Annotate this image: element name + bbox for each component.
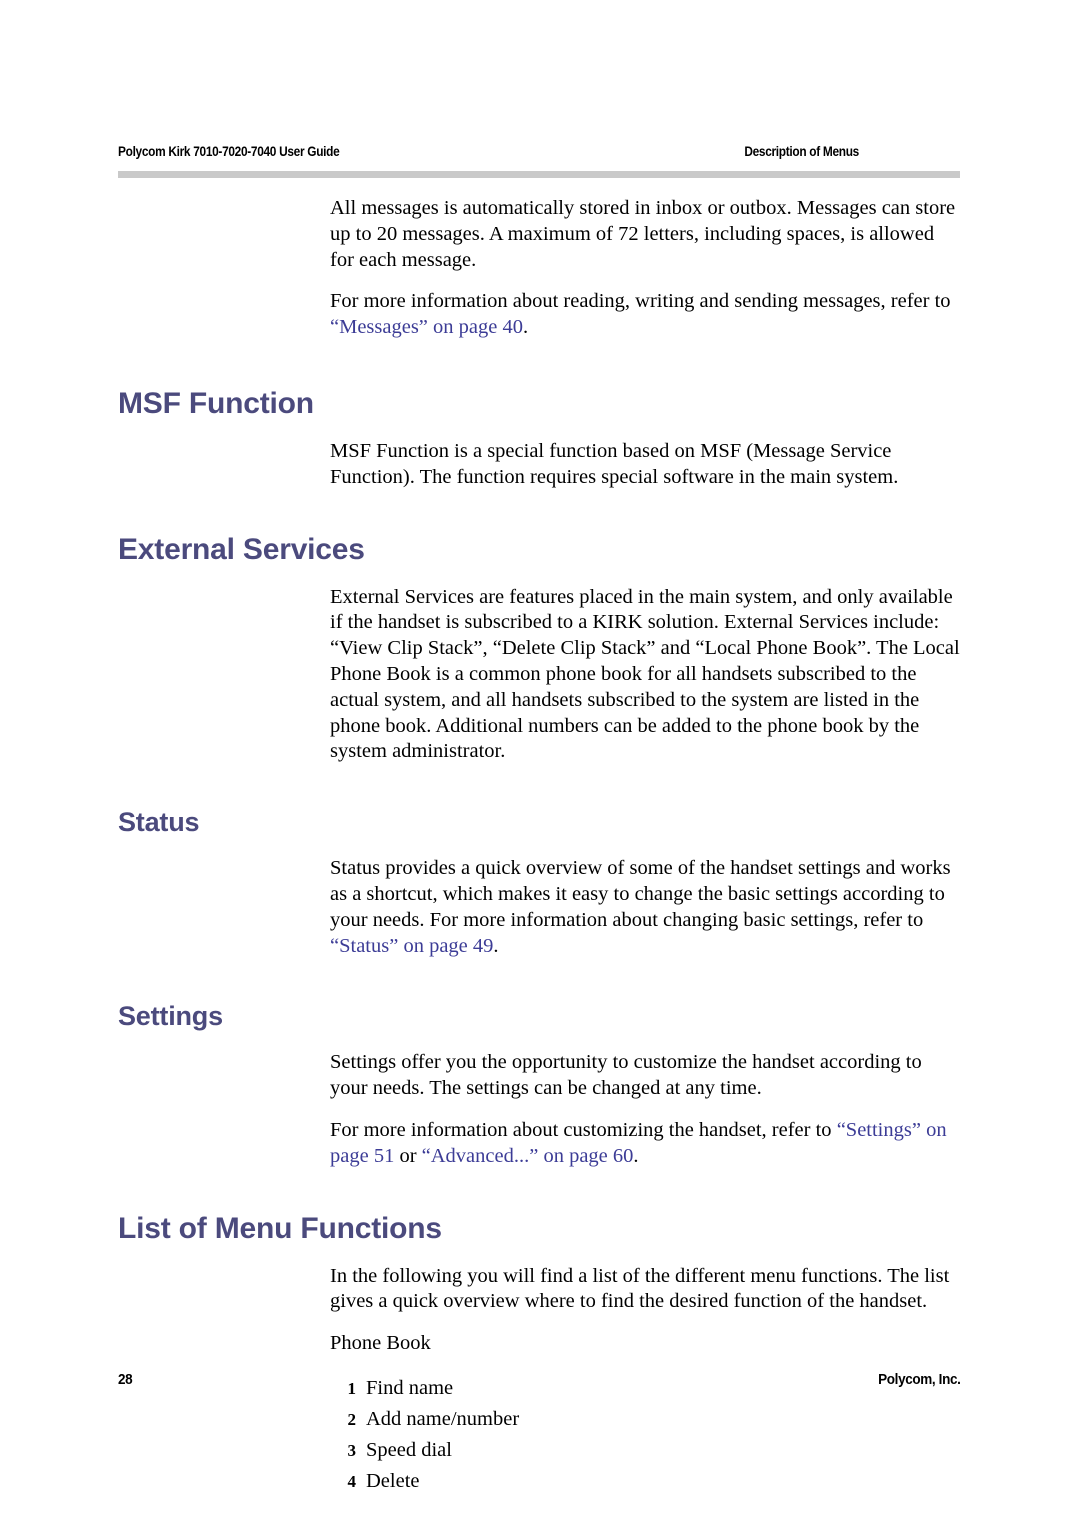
document-page: Polycom Kirk 7010-7020-7040 User Guide D… — [0, 0, 1080, 1526]
status-paragraph-1: Status provides a quick overview of some… — [330, 856, 962, 959]
intro-paragraph-2-tail: . — [522, 316, 529, 339]
page-number: 28 — [118, 1371, 133, 1388]
settings-paragraph-2-mid: or — [394, 1144, 422, 1167]
status-paragraph-1-tail: . — [493, 934, 499, 957]
menu-item-number: 4 — [347, 1471, 357, 1491]
footer-imprint: Polycom, Inc. — [877, 1371, 961, 1388]
intro-paragraph-2-lead: For more information about reading, writ… — [330, 290, 951, 313]
external-services-paragraph-1: External Services are features placed in… — [330, 585, 960, 763]
heading-external-services: External Services — [118, 532, 365, 566]
status-paragraph-1-lead: Status provides a quick overview of some… — [330, 857, 951, 931]
menu-item-label: Speed dial — [366, 1438, 452, 1461]
menu-item-label: Add name/number — [366, 1407, 520, 1430]
menu-functions-group-phone-book: Phone Book — [330, 1332, 431, 1355]
xref-messages-page-40[interactable]: “Messages” on page 40 — [330, 316, 523, 338]
settings-paragraph-2-lead: For more information about customizing t… — [330, 1118, 837, 1141]
menu-functions-paragraph-1: In the following you will find a list of… — [330, 1264, 950, 1313]
heading-list-of-menu-functions: List of Menu Functions — [118, 1211, 442, 1245]
heading-msf-function: MSF Function — [118, 386, 314, 420]
header-chapter-title: Description of Menus — [744, 144, 859, 159]
intro-paragraph-2: For more information about reading, writ… — [330, 289, 962, 341]
settings-paragraph-1: Settings offer you the opportunity to cu… — [330, 1051, 922, 1100]
header-document-title: Polycom Kirk 7010-7020-7040 User Guide — [118, 144, 340, 159]
menu-item-number: 2 — [347, 1409, 357, 1429]
heading-status: Status — [118, 807, 200, 838]
menu-item-label: Delete — [366, 1469, 420, 1492]
page-content: All messages is automatically stored in … — [0, 196, 1080, 1497]
running-footer: 28 Polycom, Inc. — [118, 1371, 960, 1388]
intro-paragraph-1: All messages is automatically stored in … — [330, 197, 956, 271]
list-item: 3 Speed dial — [330, 1435, 1080, 1466]
phone-book-menu-list: 1 Find name 2 Add name/number 3 Speed di… — [330, 1373, 1080, 1497]
msf-function-paragraph-1: MSF Function is a special function based… — [330, 439, 899, 488]
settings-paragraph-2-tail: . — [633, 1144, 639, 1167]
heading-settings: Settings — [118, 1001, 223, 1032]
list-item: 2 Add name/number — [330, 1404, 1080, 1435]
menu-item-number: 3 — [347, 1440, 357, 1460]
settings-paragraph-2: For more information about customizing t… — [330, 1118, 962, 1170]
running-header: Polycom Kirk 7010-7020-7040 User Guide D… — [118, 144, 859, 159]
xref-status-page-49[interactable]: “Status” on page 49 — [330, 935, 493, 957]
list-item: 4 Delete — [330, 1466, 1080, 1497]
header-divider-rule — [118, 171, 960, 178]
xref-advanced-page-60[interactable]: “Advanced...” on page 60 — [422, 1145, 634, 1167]
